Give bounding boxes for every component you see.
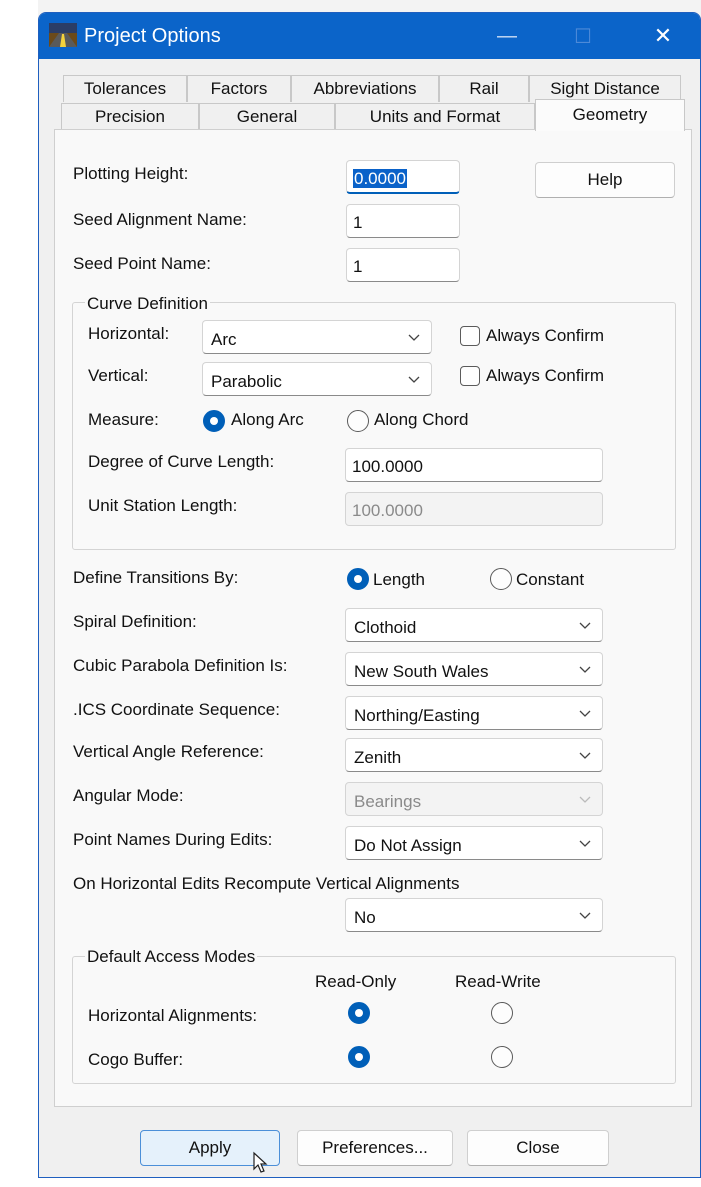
ics-coordinate-sequence-select[interactable]: Northing/Easting bbox=[345, 696, 603, 730]
along-chord-label: Along Chord bbox=[374, 410, 469, 429]
point-names-during-edits-value: Do Not Assign bbox=[354, 836, 462, 855]
degree-of-curve-length-input[interactable]: 100.0000 bbox=[345, 448, 603, 482]
vertical-curve-select[interactable]: Parabolic bbox=[202, 362, 432, 396]
tab-sight-distance[interactable]: Sight Distance bbox=[529, 75, 681, 102]
define-transitions-label: Define Transitions By: bbox=[73, 568, 239, 587]
cogo-buffer-read-only-radio[interactable] bbox=[348, 1046, 370, 1068]
chevron-down-icon bbox=[408, 376, 420, 383]
chevron-down-icon bbox=[579, 622, 591, 629]
preferences-button[interactable]: Preferences... bbox=[297, 1130, 453, 1166]
seed-alignment-name-input[interactable]: 1 bbox=[346, 204, 460, 238]
cogo-buffer-label: Cogo Buffer: bbox=[88, 1050, 184, 1069]
tab-abbreviations[interactable]: Abbreviations bbox=[291, 75, 439, 102]
close-window-button[interactable]: ✕ bbox=[634, 13, 692, 59]
vertical-always-confirm-label: Always Confirm bbox=[486, 366, 605, 385]
plotting-height-label: Plotting Height: bbox=[73, 164, 189, 183]
point-names-during-edits-select[interactable]: Do Not Assign bbox=[345, 826, 603, 860]
curve-definition-title: Curve Definition bbox=[85, 294, 210, 314]
degree-of-curve-length-label: Degree of Curve Length: bbox=[88, 452, 275, 471]
angular-mode-value: Bearings bbox=[354, 792, 422, 811]
horizontal-alignments-read-only-radio[interactable] bbox=[348, 1002, 370, 1024]
chevron-down-icon bbox=[579, 840, 591, 847]
maximize-button: ☐ bbox=[554, 13, 612, 59]
along-chord-radio[interactable] bbox=[347, 410, 369, 432]
cubic-parabola-value: New South Wales bbox=[354, 662, 489, 681]
cubic-parabola-select[interactable]: New South Wales bbox=[345, 652, 603, 686]
seed-point-name-input[interactable]: 1 bbox=[346, 248, 460, 282]
desktop-background-bottom bbox=[0, 1178, 701, 1187]
recompute-vertical-alignments-label: On Horizontal Edits Recompute Vertical A… bbox=[73, 874, 460, 893]
vertical-angle-reference-select[interactable]: Zenith bbox=[345, 738, 603, 772]
tab-rail[interactable]: Rail bbox=[439, 75, 529, 102]
horizontal-curve-value: Arc bbox=[211, 330, 237, 349]
close-button[interactable]: Close bbox=[467, 1130, 609, 1166]
tab-tolerances[interactable]: Tolerances bbox=[63, 75, 187, 102]
chevron-down-icon bbox=[579, 666, 591, 673]
plotting-height-value: 0.0000 bbox=[353, 169, 407, 188]
vertical-angle-reference-label: Vertical Angle Reference: bbox=[73, 742, 264, 761]
along-arc-label: Along Arc bbox=[231, 410, 304, 429]
transitions-constant-label: Constant bbox=[516, 570, 585, 589]
cubic-parabola-label: Cubic Parabola Definition Is: bbox=[73, 656, 288, 675]
horizontal-alignments-label: Horizontal Alignments: bbox=[88, 1006, 258, 1025]
minimize-button[interactable]: — bbox=[478, 13, 536, 59]
transitions-constant-radio[interactable] bbox=[490, 568, 512, 590]
spiral-definition-label: Spiral Definition: bbox=[73, 612, 197, 631]
tab-units-and-format[interactable]: Units and Format bbox=[335, 103, 535, 130]
title-bar[interactable]: Project Options — ☐ ✕ bbox=[39, 13, 700, 59]
point-names-during-edits-label: Point Names During Edits: bbox=[73, 830, 273, 849]
chevron-down-icon bbox=[579, 752, 591, 759]
vertical-always-confirm-checkbox[interactable] bbox=[460, 366, 480, 386]
desktop-background bbox=[0, 0, 38, 1187]
maximize-icon: ☐ bbox=[574, 25, 592, 48]
plotting-height-input[interactable]: 0.0000 bbox=[346, 160, 460, 194]
vertical-curve-label: Vertical: bbox=[88, 366, 149, 385]
transitions-length-radio[interactable] bbox=[347, 568, 369, 590]
recompute-vertical-alignments-select[interactable]: No bbox=[345, 898, 603, 932]
tab-geometry[interactable]: Geometry bbox=[535, 99, 685, 131]
vertical-curve-value: Parabolic bbox=[211, 372, 282, 391]
cogo-buffer-read-write-radio[interactable] bbox=[491, 1046, 513, 1068]
tab-general[interactable]: General bbox=[199, 103, 335, 130]
unit-station-length-input: 100.0000 bbox=[345, 492, 603, 526]
horizontal-always-confirm-checkbox[interactable] bbox=[460, 326, 480, 346]
tab-factors[interactable]: Factors bbox=[187, 75, 291, 102]
horizontal-alignments-read-write-radio[interactable] bbox=[491, 1002, 513, 1024]
seed-alignment-name-label: Seed Alignment Name: bbox=[73, 210, 247, 229]
chevron-down-icon bbox=[408, 334, 420, 341]
mouse-pointer-icon bbox=[253, 1151, 268, 1173]
recompute-vertical-alignments-value: No bbox=[354, 908, 376, 927]
seed-point-name-label: Seed Point Name: bbox=[73, 254, 211, 273]
ics-coordinate-sequence-value: Northing/Easting bbox=[354, 706, 480, 725]
default-access-modes-title: Default Access Modes bbox=[85, 947, 258, 967]
vertical-angle-reference-value: Zenith bbox=[354, 748, 402, 767]
tab-precision[interactable]: Precision bbox=[61, 103, 199, 130]
transitions-length-label: Length bbox=[373, 570, 425, 589]
close-icon: ✕ bbox=[653, 23, 673, 48]
read-write-column-header: Read-Write bbox=[455, 972, 541, 991]
minimize-icon: — bbox=[497, 24, 517, 47]
measure-label: Measure: bbox=[88, 410, 159, 429]
window-title: Project Options bbox=[84, 25, 221, 47]
spiral-definition-select[interactable]: Clothoid bbox=[345, 608, 603, 642]
read-only-column-header: Read-Only bbox=[315, 972, 397, 991]
chevron-down-icon bbox=[579, 912, 591, 919]
angular-mode-label: Angular Mode: bbox=[73, 786, 184, 805]
horizontal-curve-select[interactable]: Arc bbox=[202, 320, 432, 354]
project-options-dialog: Project Options — ☐ ✕ Tolerances Factors… bbox=[38, 12, 701, 1178]
horizontal-curve-label: Horizontal: bbox=[88, 324, 170, 343]
help-button[interactable]: Help bbox=[535, 162, 675, 198]
road-app-icon bbox=[49, 23, 77, 47]
chevron-down-icon bbox=[579, 796, 591, 803]
unit-station-length-label: Unit Station Length: bbox=[88, 496, 238, 515]
angular-mode-select: Bearings bbox=[345, 782, 603, 816]
ics-coordinate-sequence-label: .ICS Coordinate Sequence: bbox=[73, 700, 280, 719]
spiral-definition-value: Clothoid bbox=[354, 618, 417, 637]
horizontal-always-confirm-label: Always Confirm bbox=[486, 326, 605, 345]
geometry-tab-panel: Plotting Height: 0.0000 Help Seed Alignm… bbox=[54, 129, 692, 1107]
chevron-down-icon bbox=[579, 710, 591, 717]
along-arc-radio[interactable] bbox=[203, 410, 225, 432]
